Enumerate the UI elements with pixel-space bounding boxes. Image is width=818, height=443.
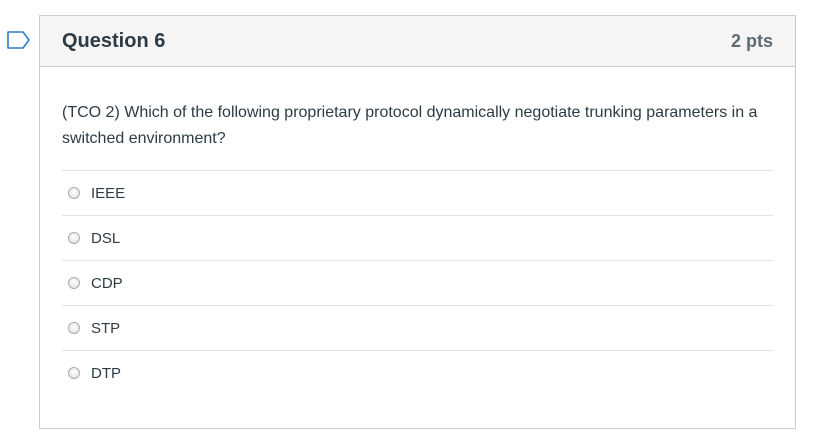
answer-label[interactable]: CDP: [91, 275, 123, 292]
answer-label[interactable]: IEEE: [91, 185, 125, 202]
answer-option-dsl[interactable]: DSL: [62, 215, 773, 260]
radio-button[interactable]: [68, 322, 80, 334]
answer-option-stp[interactable]: STP: [62, 305, 773, 350]
answer-label[interactable]: DSL: [91, 230, 120, 247]
radio-button[interactable]: [68, 277, 80, 289]
answer-option-ieee[interactable]: IEEE: [62, 170, 773, 215]
answer-option-cdp[interactable]: CDP: [62, 260, 773, 305]
radio-button[interactable]: [68, 367, 80, 379]
question-text: (TCO 2) Which of the following proprieta…: [62, 104, 758, 147]
answer-list: IEEE DSL CDP STP DTP: [62, 170, 773, 395]
question-body: (TCO 2) Which of the following proprieta…: [40, 67, 795, 395]
answer-label[interactable]: DTP: [91, 365, 121, 382]
answer-label[interactable]: STP: [91, 320, 120, 337]
question-points: 2 pts: [730, 30, 773, 51]
radio-button[interactable]: [68, 232, 80, 244]
question-header: Question 6 2 pts: [40, 16, 795, 67]
radio-button[interactable]: [68, 187, 80, 199]
question-title: Question 6: [62, 29, 166, 52]
flag-question-icon[interactable]: [6, 30, 32, 50]
answer-option-dtp[interactable]: DTP: [62, 350, 773, 395]
question-card: Question 6 2 pts (TCO 2) Which of the fo…: [39, 15, 796, 429]
